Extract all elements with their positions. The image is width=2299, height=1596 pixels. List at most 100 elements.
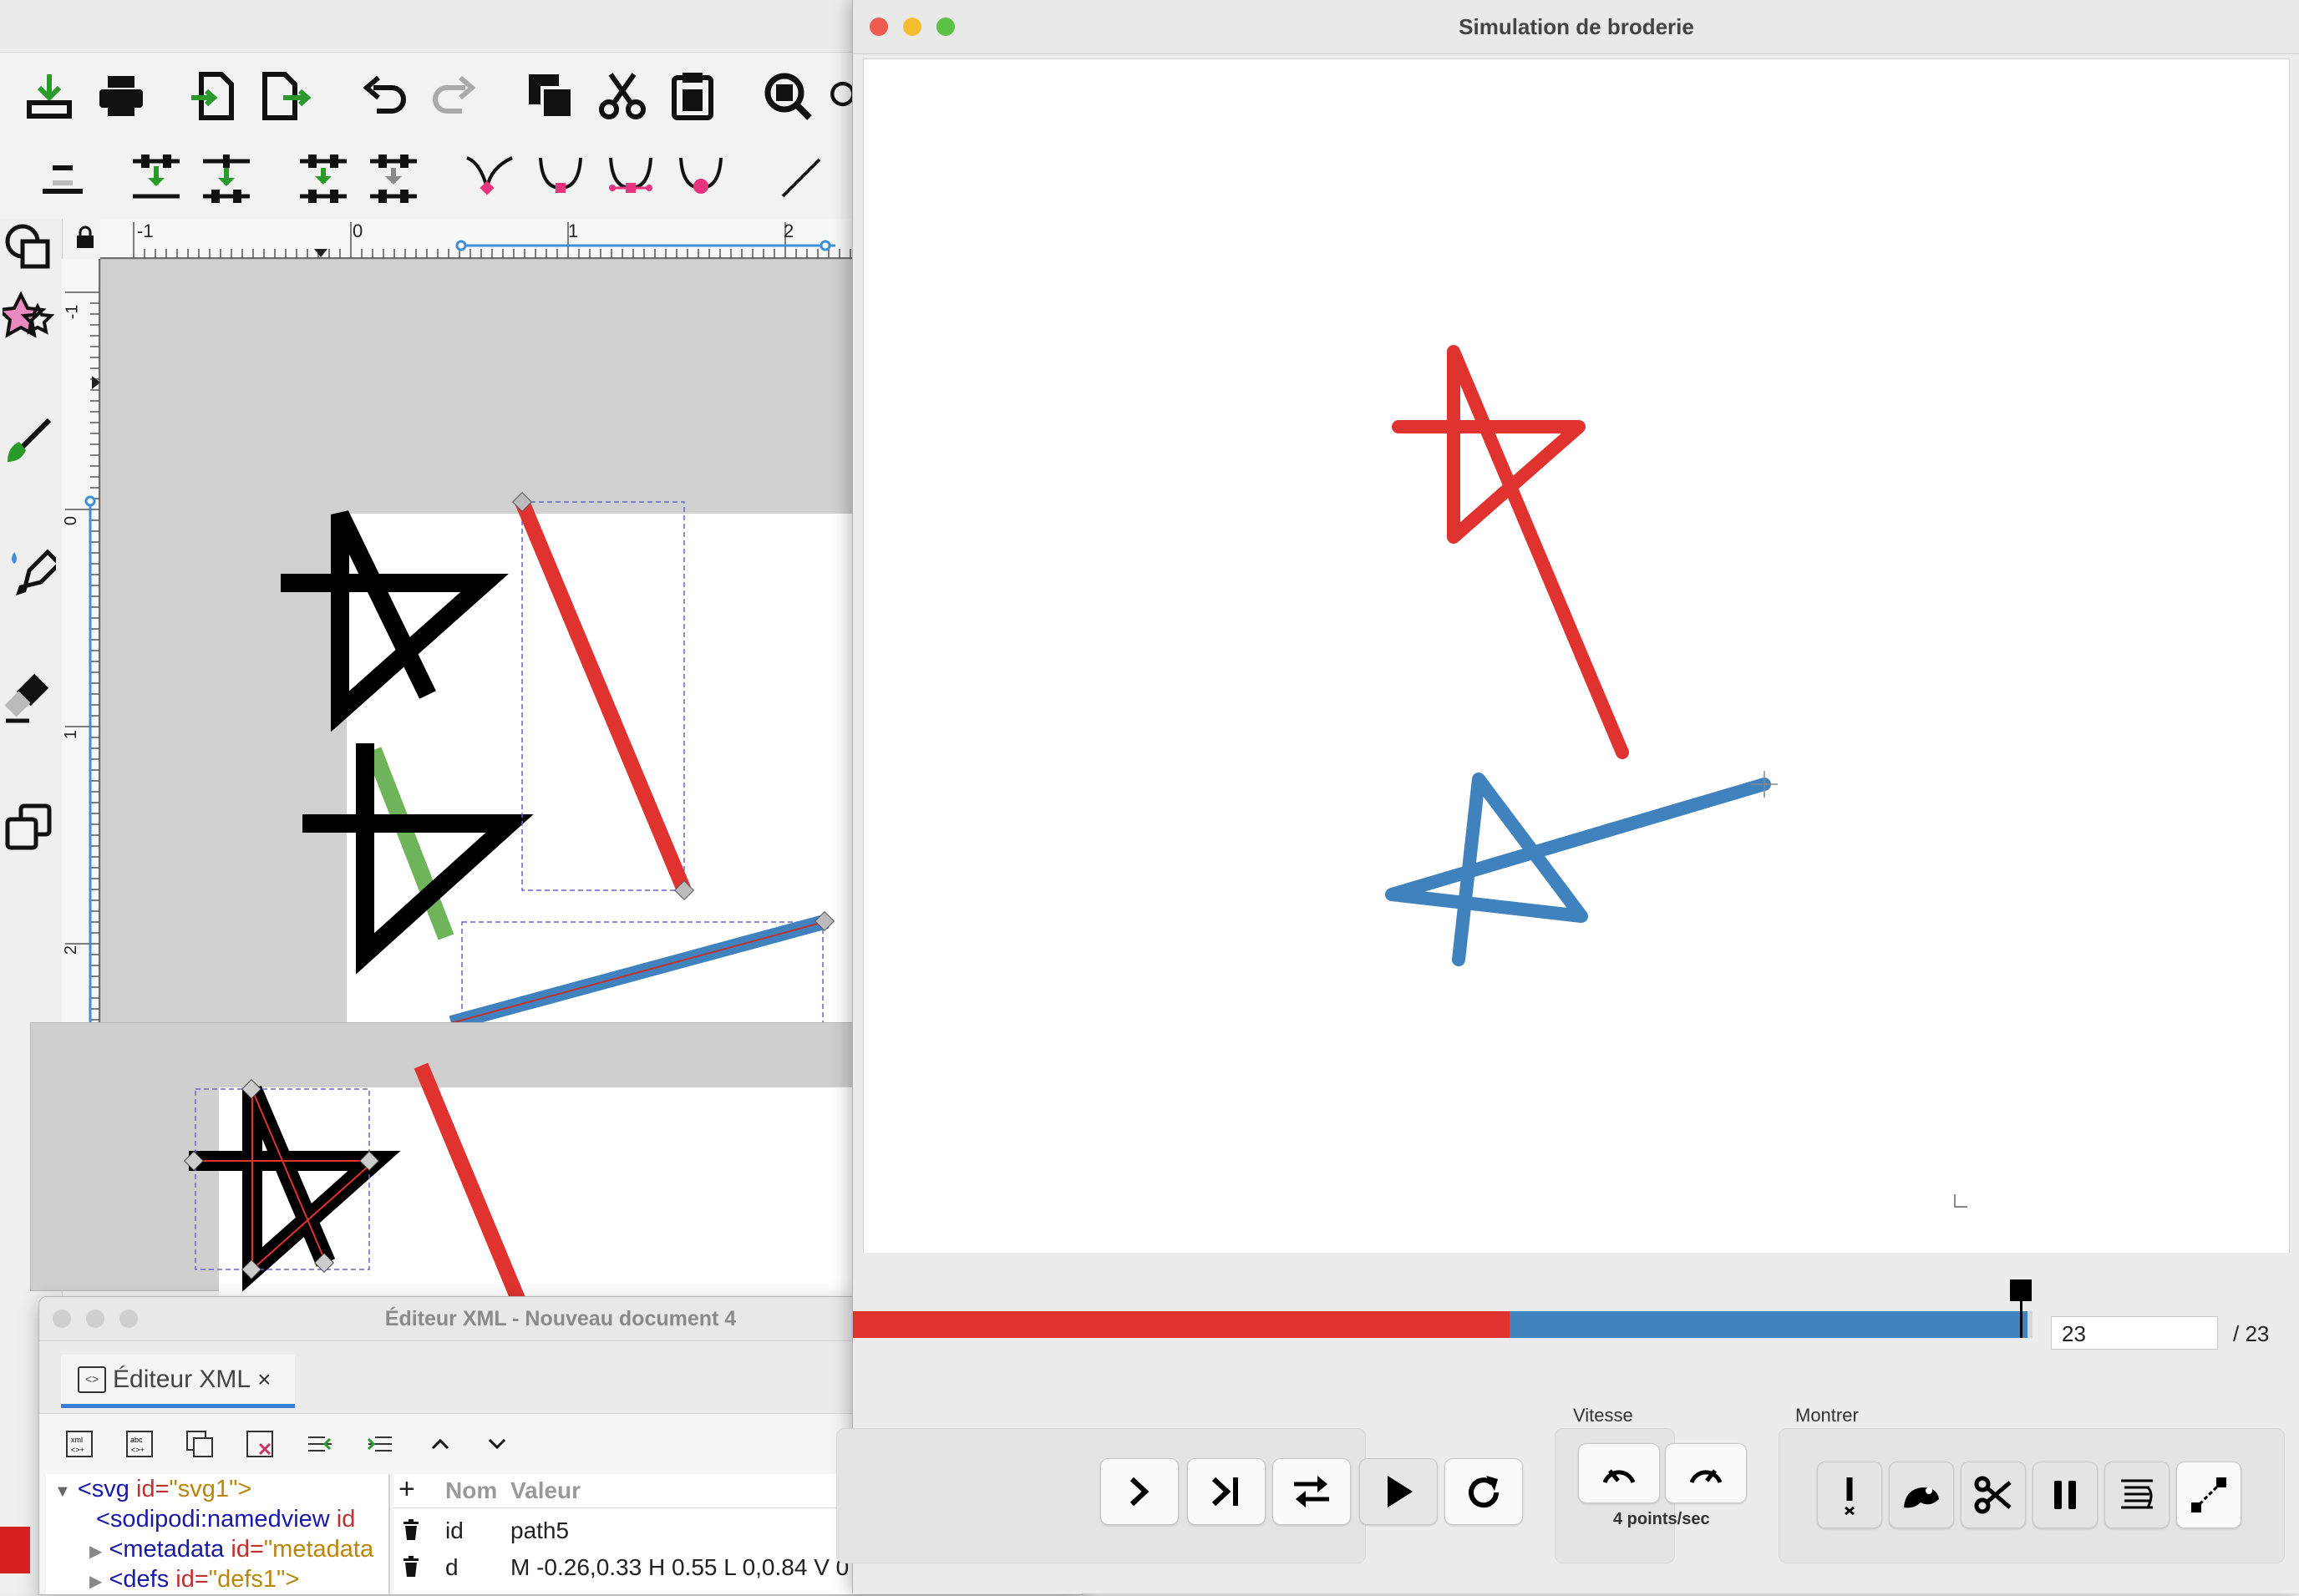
- tree-row-metadata[interactable]: ▶ <metadata id="metadata: [89, 1536, 373, 1566]
- restart-button[interactable]: [1444, 1458, 1523, 1525]
- stitch-slider[interactable]: [853, 1311, 2033, 1338]
- svg-text:xml: xml: [71, 1436, 83, 1444]
- align-icon-2[interactable]: [197, 149, 256, 207]
- ruler-left-label: 0: [62, 515, 81, 526]
- tree-val: "svg1">: [169, 1476, 252, 1502]
- pen-tool-icon[interactable]: [0, 411, 58, 469]
- lower-icon[interactable]: [33, 149, 92, 207]
- import-doc-icon[interactable]: [185, 67, 244, 125]
- align-icon-1[interactable]: [127, 149, 185, 207]
- play-button[interactable]: [1359, 1458, 1438, 1525]
- attribute-value[interactable]: path5: [510, 1517, 569, 1544]
- attribute-name: id: [445, 1517, 464, 1543]
- ruler-top-label: 2: [784, 220, 794, 241]
- zoom-button[interactable]: [119, 1310, 138, 1328]
- spool-icon: [2121, 1479, 2153, 1509]
- xml-node-tree[interactable]: ▼ <svg id="svg1"> <sodipodi:namedview id…: [46, 1474, 390, 1594]
- skip-end-button[interactable]: [1187, 1458, 1266, 1525]
- tab-xml-editor[interactable]: <> Éditeur XML ×: [61, 1355, 295, 1408]
- swap-direction-button[interactable]: [1272, 1458, 1351, 1525]
- redo-icon[interactable]: [426, 67, 485, 125]
- speed-value: 4 points/sec: [1613, 1510, 1710, 1528]
- ruler-left-label: 2: [62, 945, 81, 955]
- needle-points-icon: [2191, 1477, 2226, 1512]
- expand-triangle-icon[interactable]: ▶: [89, 1573, 102, 1591]
- add-attribute-icon[interactable]: +: [398, 1474, 415, 1504]
- cut-icon[interactable]: [593, 67, 652, 125]
- expand-triangle-icon[interactable]: ▼: [54, 1482, 71, 1501]
- skip-end-icon: [1211, 1477, 1238, 1507]
- node-smooth-icon[interactable]: [531, 149, 590, 207]
- show-trims-button[interactable]: [1889, 1462, 1954, 1528]
- step-forward-button[interactable]: [1100, 1458, 1179, 1525]
- show-jumps-button[interactable]: [1817, 1462, 1882, 1528]
- export-doc-icon[interactable]: [256, 67, 314, 125]
- show-stops-button[interactable]: [2033, 1462, 2098, 1528]
- node-symmetric-icon[interactable]: [601, 149, 660, 207]
- minimize-button[interactable]: [903, 18, 921, 36]
- tab-label: Éditeur XML: [113, 1365, 251, 1393]
- unindent-node-icon[interactable]: [303, 1427, 337, 1461]
- import-icon[interactable]: [20, 67, 79, 125]
- simulation-window: Simulation de broderie 23 / 23 Vitesse 4…: [836, 0, 2299, 1593]
- tree-row-defs[interactable]: ▶ <defs id="defs1">: [89, 1566, 299, 1596]
- value-column-header: Valeur: [510, 1477, 581, 1503]
- raise-node-icon[interactable]: [424, 1427, 457, 1461]
- trash-icon[interactable]: [402, 1556, 420, 1583]
- indent-node-icon[interactable]: [363, 1427, 397, 1461]
- show-needle-penetration-button[interactable]: [2176, 1462, 2241, 1528]
- tree-attr: id=: [136, 1476, 170, 1502]
- new-element-node-icon[interactable]: xml <>+: [63, 1427, 96, 1461]
- tree-val: "metadata: [263, 1536, 374, 1563]
- node-auto-icon[interactable]: [672, 149, 730, 207]
- new-text-node-icon[interactable]: abc <>+: [123, 1427, 156, 1461]
- print-icon[interactable]: [92, 67, 150, 125]
- tree-attr: id=: [231, 1536, 264, 1563]
- show-cuts-button[interactable]: [1961, 1462, 2026, 1528]
- simulation-titlebar: Simulation de broderie: [853, 0, 2299, 54]
- ruler-left-label: -1: [63, 304, 82, 320]
- tree-attr: id=: [175, 1566, 209, 1593]
- align-icon-3[interactable]: [294, 149, 353, 207]
- tree-val: "defs1">: [208, 1566, 300, 1593]
- window-titlebar: [0, 0, 860, 53]
- shape-tool-icon[interactable]: [0, 219, 58, 277]
- stitch-number-input[interactable]: 23: [2051, 1316, 2218, 1350]
- tab-close-icon[interactable]: ×: [257, 1366, 271, 1393]
- duplicate-icon[interactable]: [521, 67, 580, 125]
- align-icon-4[interactable]: [364, 149, 423, 207]
- eraser-tool-icon[interactable]: [0, 670, 58, 728]
- lower-node-icon[interactable]: [480, 1427, 514, 1461]
- slider-handle[interactable]: [2010, 1279, 2032, 1301]
- show-color-changes-button[interactable]: [2104, 1462, 2170, 1528]
- trash-icon[interactable]: [402, 1519, 420, 1547]
- canvas-drawing[interactable]: [101, 260, 860, 1028]
- clone-tool-icon[interactable]: [0, 798, 58, 857]
- lock-icon[interactable]: [70, 219, 100, 256]
- tree-attr: id: [336, 1506, 356, 1533]
- close-button[interactable]: [870, 18, 888, 36]
- node-cusp-icon[interactable]: [461, 149, 520, 207]
- zoom-selection-icon[interactable]: [759, 67, 817, 125]
- minimize-button[interactable]: [86, 1310, 104, 1328]
- pause-icon: [2054, 1481, 2076, 1509]
- dropper-tool-icon[interactable]: [0, 541, 58, 600]
- star-tool-icon[interactable]: [0, 287, 58, 346]
- duplicate-node-icon[interactable]: [183, 1427, 216, 1461]
- segment-line-icon[interactable]: [772, 149, 830, 207]
- zoom-button[interactable]: [936, 18, 955, 36]
- tree-row-svg[interactable]: ▼ <svg id="svg1">: [54, 1476, 251, 1506]
- ruler-top: -1 0 1 2: [100, 219, 860, 260]
- close-button[interactable]: [53, 1310, 71, 1328]
- undo-icon[interactable]: [354, 67, 413, 125]
- ruler-top-label: 0: [353, 220, 363, 241]
- delete-node-icon[interactable]: [243, 1427, 277, 1461]
- paste-icon[interactable]: [663, 67, 722, 125]
- tree-row-namedview[interactable]: <sodipodi:namedview id: [96, 1506, 355, 1536]
- faster-button[interactable]: [1665, 1443, 1747, 1503]
- xml-editor-icon: <>: [78, 1365, 106, 1393]
- simulation-canvas[interactable]: [863, 58, 2290, 1254]
- blue-segment: [1510, 1311, 2027, 1338]
- slower-button[interactable]: [1578, 1443, 1660, 1503]
- expand-triangle-icon[interactable]: ▶: [89, 1543, 102, 1561]
